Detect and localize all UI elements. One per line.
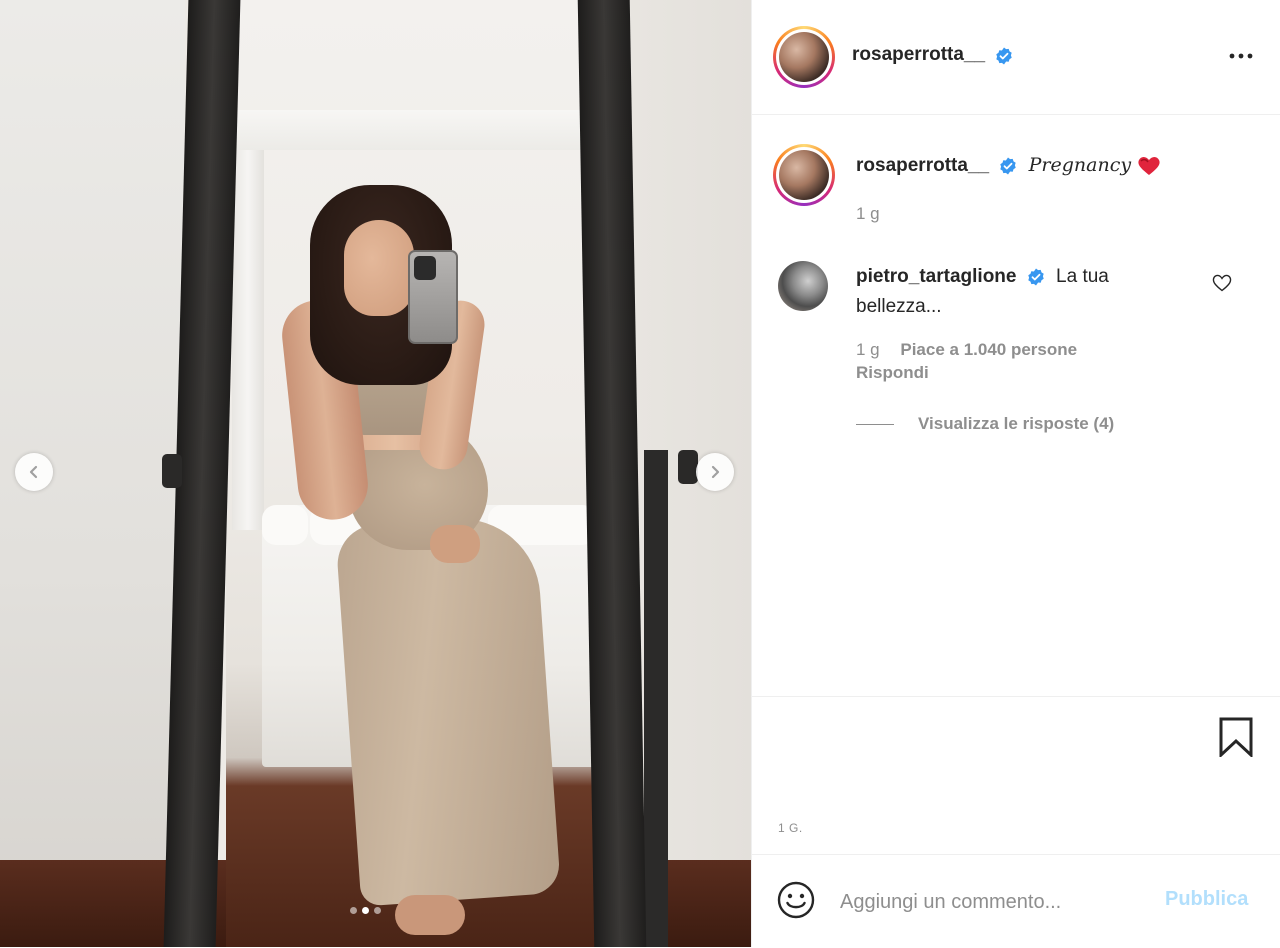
more-options-button[interactable] [1224,42,1258,70]
publish-button[interactable]: Pubblica [1165,888,1248,911]
reply-button[interactable]: Rispondi [856,363,929,383]
commenter-avatar[interactable] [778,261,828,311]
caption-text: Pregnancy [1028,154,1132,176]
chevron-left-icon [29,465,38,479]
caption-username[interactable]: rosaperrotta__ [856,155,989,176]
smiley-icon [777,881,815,919]
post-header: rosaperrotta__ [752,0,1280,115]
view-replies-button[interactable]: Visualizza le risposte (4) [856,414,1114,434]
heart-emoji-icon [1138,156,1160,175]
heart-outline-icon [1212,274,1232,292]
post-time: 1 G. [778,821,803,835]
header-username[interactable]: rosaperrotta__ [852,44,985,65]
verified-badge-icon [1028,268,1044,286]
dress [334,513,562,907]
caption-time: 1 g [856,204,880,223]
comment-likes-count[interactable]: Piace a 1.040 persone [900,340,1077,359]
bookmark-icon [1219,717,1253,759]
carousel-dot [374,907,381,914]
comment-composer: Pubblica [752,854,1280,948]
comment-time: 1 g [856,340,880,359]
post-side-panel: rosaperrotta__ rosaperrotta__ Pregnancy [751,0,1280,947]
curtain [232,150,264,530]
carousel-dot [350,907,357,914]
carousel-dot-active [362,907,369,914]
view-replies-label: Visualizza le risposte (4) [918,414,1115,433]
caption-avatar[interactable] [773,144,835,206]
post-actions: 1 G. [752,696,1280,855]
carousel-indicator [350,907,381,914]
comment-input[interactable] [838,881,1172,923]
carousel-prev-button[interactable] [15,453,53,491]
author-avatar[interactable] [773,26,835,88]
comment-like-button[interactable] [1212,274,1232,297]
more-options-icon [1229,53,1253,59]
emoji-picker-button[interactable] [776,880,816,925]
carousel-next-button[interactable] [696,453,734,491]
save-post-button[interactable] [1218,717,1254,762]
verified-badge-icon [1000,157,1017,175]
commenter-username[interactable]: pietro_tartaglione [856,266,1016,287]
verified-badge-icon [995,47,1012,65]
chevron-right-icon [711,465,720,479]
post-image [0,0,751,947]
